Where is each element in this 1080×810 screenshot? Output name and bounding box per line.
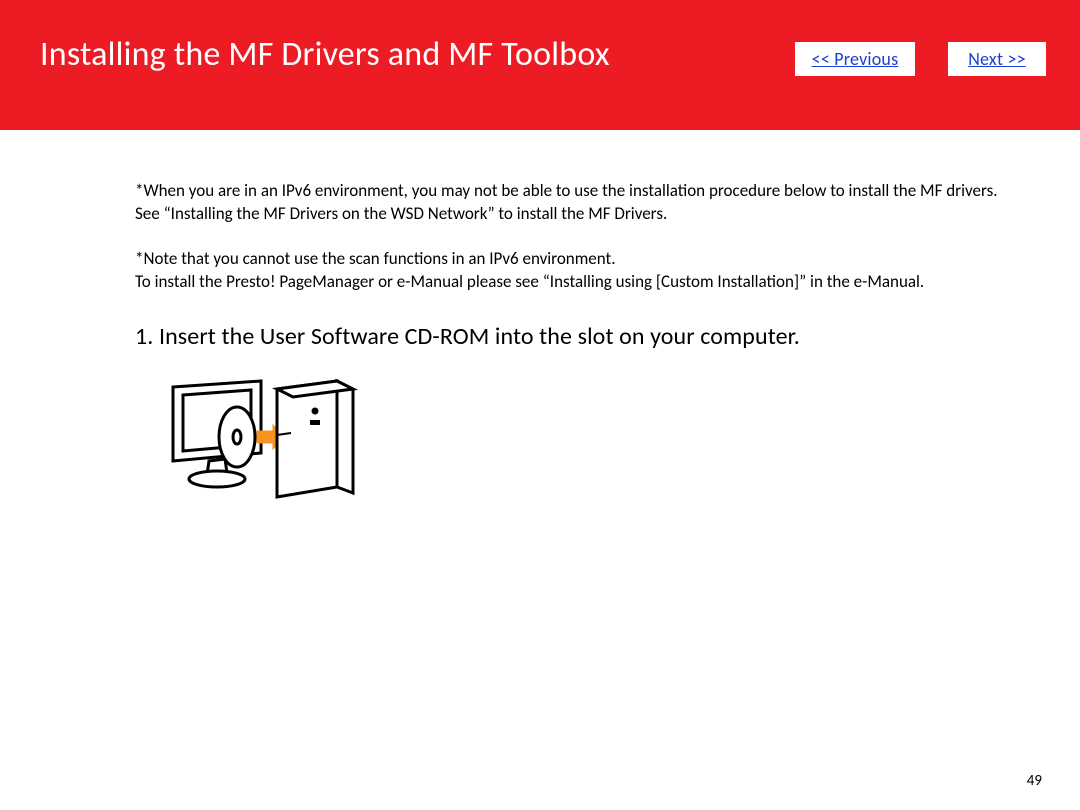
cd-insert-illustration bbox=[165, 375, 1040, 515]
page: Installing the MF Drivers and MF Toolbox… bbox=[0, 0, 1080, 810]
next-button[interactable]: Next >> bbox=[948, 42, 1046, 76]
page-title: Installing the MF Drivers and MF Toolbox bbox=[40, 34, 610, 75]
note-line-1: *When you are in an IPv6 environment, yo… bbox=[135, 180, 1015, 203]
note-line-3: *Note that you cannot use the scan funct… bbox=[135, 248, 1015, 271]
note-line-4: To install the Presto! PageManager or e-… bbox=[135, 271, 1015, 294]
computer-cd-icon bbox=[165, 375, 365, 510]
previous-button[interactable]: << Previous bbox=[795, 42, 915, 76]
page-number: 49 bbox=[1027, 772, 1042, 790]
notes-block: *When you are in an IPv6 environment, yo… bbox=[135, 180, 1015, 294]
previous-link-label: << Previous bbox=[812, 48, 899, 70]
content-area: *When you are in an IPv6 environment, yo… bbox=[0, 130, 1080, 810]
note-line-2: See “Installing the MF Drivers on the WS… bbox=[135, 203, 1015, 226]
step-1-heading: 1. Insert the User Software CD-ROM into … bbox=[135, 322, 1040, 351]
next-link-label: Next >> bbox=[968, 48, 1026, 70]
header-bar: Installing the MF Drivers and MF Toolbox… bbox=[0, 0, 1080, 130]
